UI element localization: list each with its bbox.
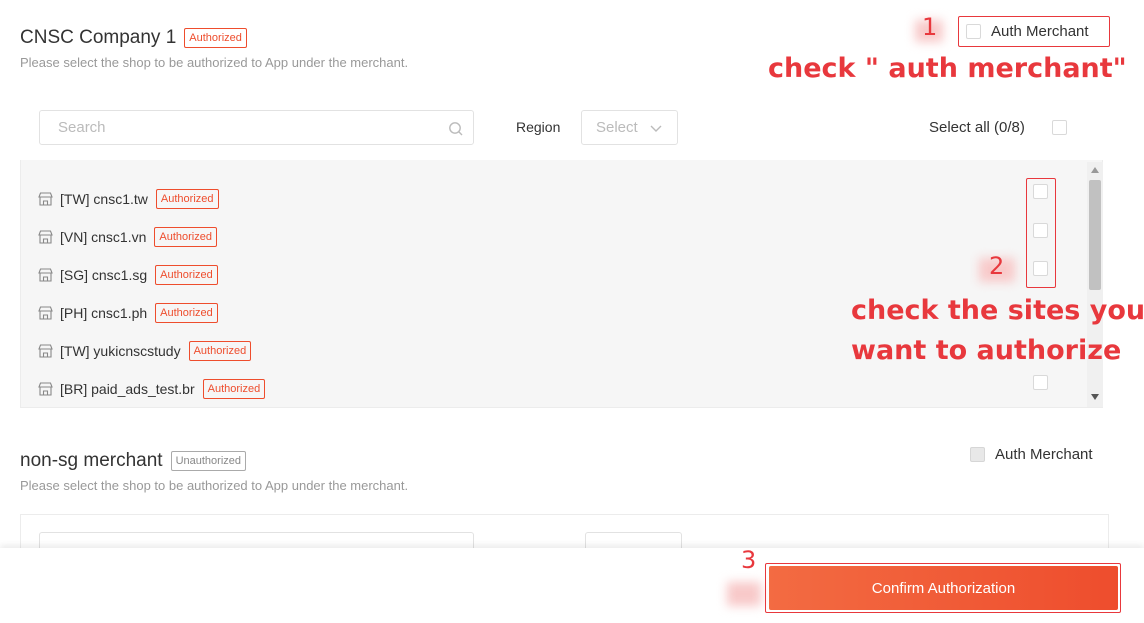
shop-checkbox-tw-cnsc1[interactable] bbox=[1033, 184, 1048, 199]
merchant-status-badge: Unauthorized bbox=[170, 450, 247, 471]
shop-icon bbox=[38, 382, 53, 396]
auth-merchant-checkbox[interactable] bbox=[966, 24, 981, 39]
shop-status-badge: Authorized bbox=[155, 303, 218, 323]
search-input[interactable]: Search bbox=[39, 110, 474, 145]
search-icon bbox=[449, 122, 463, 136]
shop-icon bbox=[38, 306, 53, 320]
shop-status-badge: Authorized bbox=[155, 189, 219, 209]
annotation-note-2-line1: check the sites you bbox=[851, 295, 1144, 326]
annotation-note-1: check " auth merchant" bbox=[768, 53, 1127, 84]
shop-row-sg-cnsc1: [SG] cnsc1.sg Authorized bbox=[38, 256, 265, 294]
select-all-checkbox[interactable] bbox=[1052, 120, 1067, 135]
shop-name: [SG] cnsc1.sg bbox=[60, 267, 148, 283]
annotation-3-glow bbox=[727, 582, 761, 606]
shop-checkbox-br-paid-ads-test[interactable] bbox=[1033, 375, 1048, 390]
search-placeholder: Search bbox=[58, 119, 106, 136]
scrollbar-thumb[interactable] bbox=[1089, 180, 1101, 290]
shop-icon bbox=[38, 230, 53, 244]
merchant-header: CNSC Company 1 Authorized bbox=[20, 27, 247, 49]
shop-icon bbox=[38, 344, 53, 358]
shop-name: [BR] paid_ads_test.br bbox=[60, 381, 195, 397]
merchant-description-2: Please select the shop to be authorized … bbox=[20, 478, 409, 493]
shop-name: [PH] cnsc1.ph bbox=[60, 305, 148, 321]
shop-row-ph-cnsc1: [PH] cnsc1.ph Authorized bbox=[38, 294, 265, 332]
chevron-down-icon bbox=[650, 125, 662, 132]
shop-icon bbox=[38, 268, 53, 282]
merchant-description: Please select the shop to be authorized … bbox=[20, 55, 409, 70]
shop-row-tw-cnsc1: [TW] cnsc1.tw Authorized bbox=[38, 180, 265, 218]
annotation-note-2-line2: want to authorize bbox=[851, 335, 1122, 366]
annotation-step-1: 1 bbox=[922, 13, 938, 41]
shop-name: [TW] yukicnscstudy bbox=[60, 343, 181, 359]
region-label: Region bbox=[516, 119, 561, 135]
annotation-step-2: 2 bbox=[989, 252, 1005, 280]
region-select[interactable]: Select bbox=[581, 110, 678, 145]
shop-checkbox-vn-cnsc1[interactable] bbox=[1033, 223, 1048, 238]
shop-status-badge: Authorized bbox=[202, 379, 266, 399]
shop-status-badge: Authorized bbox=[154, 227, 217, 247]
shop-row-tw-yukicnscstudy: [TW] yukicnscstudy Authorized bbox=[38, 332, 265, 370]
shop-row-vn-cnsc1: [VN] cnsc1.vn Authorized bbox=[38, 218, 265, 256]
auth-merchant-checkbox-2[interactable] bbox=[970, 447, 985, 462]
shop-name: [TW] cnsc1.tw bbox=[60, 191, 148, 207]
shop-checkbox-sg-cnsc1[interactable] bbox=[1033, 261, 1048, 276]
annotation-step-3: 3 bbox=[741, 546, 757, 574]
merchant-header-2: non-sg merchant Unauthorized bbox=[20, 450, 247, 472]
auth-merchant-label: Auth Merchant bbox=[991, 23, 1089, 40]
auth-merchant-label-2: Auth Merchant bbox=[995, 446, 1093, 463]
shop-list: [TW] cnsc1.tw Authorized [VN] cnsc1.vn A… bbox=[38, 180, 266, 408]
merchant-name: non-sg merchant bbox=[20, 450, 163, 471]
scroll-up-icon[interactable] bbox=[1091, 167, 1099, 173]
shop-icon bbox=[38, 192, 53, 206]
select-all-label: Select all (0/8) bbox=[929, 119, 1025, 136]
region-select-value: Select bbox=[596, 119, 638, 136]
shop-row-br-paid-ads-test: [BR] paid_ads_test.br Authorized bbox=[38, 370, 266, 408]
scroll-down-icon[interactable] bbox=[1091, 394, 1099, 400]
confirm-authorization-button[interactable]: Confirm Authorization bbox=[769, 566, 1118, 610]
merchant-status-badge: Authorized bbox=[184, 27, 247, 48]
shop-status-badge: Authorized bbox=[155, 265, 218, 285]
merchant-name: CNSC Company 1 bbox=[20, 27, 177, 48]
shop-status-badge: Authorized bbox=[188, 341, 252, 361]
shop-name: [VN] cnsc1.vn bbox=[60, 229, 147, 245]
